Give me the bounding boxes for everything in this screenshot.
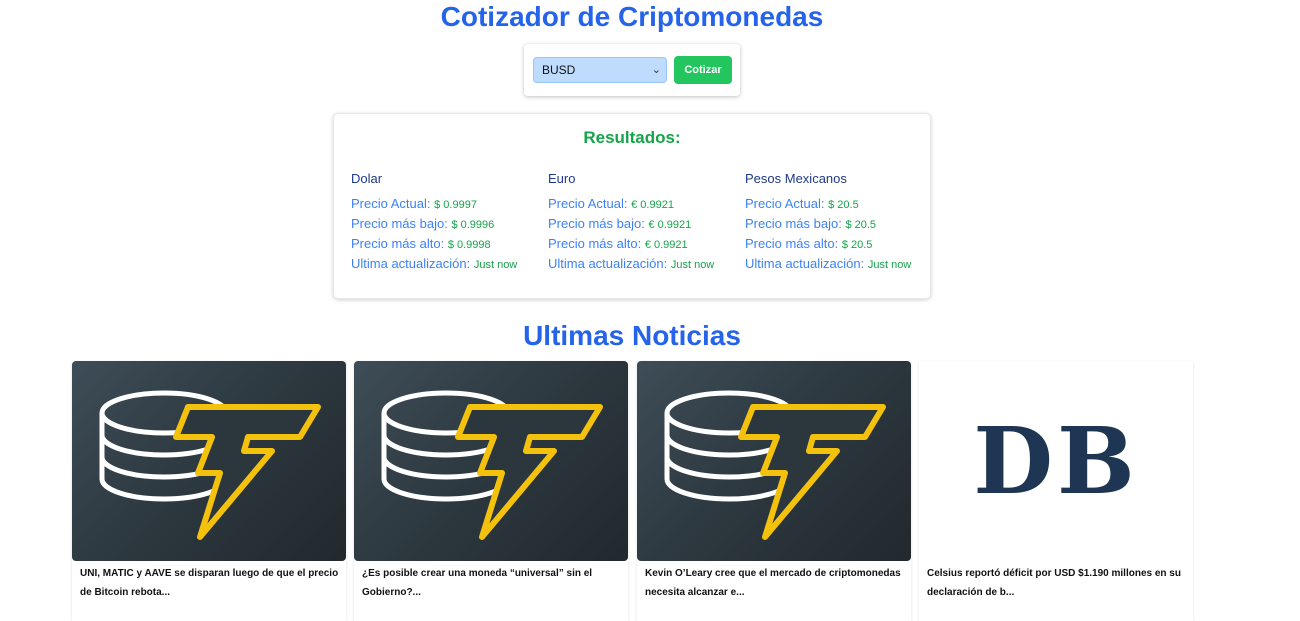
coin-bolt-logo-icon bbox=[99, 390, 321, 540]
cotizar-button[interactable]: Cotizar bbox=[674, 56, 732, 84]
results-title: Resultados: bbox=[583, 128, 681, 147]
news-image[interactable]: DB bbox=[919, 361, 1193, 561]
precio-alto-row: Precio más alto: $ 0.9998 bbox=[351, 236, 491, 251]
column-heading: Euro bbox=[548, 171, 576, 186]
news-card[interactable]: DB Celsius reportó déficit por USD $1.19… bbox=[919, 361, 1193, 621]
precio-bajo-row: Precio más bajo: $ 20.5 bbox=[745, 216, 877, 231]
precio-bajo-row: Precio más bajo: $ 0.9996 bbox=[351, 216, 495, 231]
ultima-actualizacion-row: Ultima actualización: Just now bbox=[351, 256, 518, 271]
results-panel: Resultados: Dolar Precio Actual: $ 0.999… bbox=[333, 113, 931, 299]
news-headline[interactable]: Celsius reportó déficit por USD $1.190 m… bbox=[927, 564, 1189, 602]
precio-actual-row: Precio Actual: $ 20.5 bbox=[745, 196, 859, 211]
news-headline[interactable]: ¿Es posible crear una moneda “universal”… bbox=[362, 564, 624, 602]
column-heading: Pesos Mexicanos bbox=[745, 171, 847, 186]
precio-bajo-row: Precio más bajo: € 0.9921 bbox=[548, 216, 692, 231]
coin-bolt-logo-icon bbox=[381, 390, 603, 540]
news-card[interactable]: UNI, MATIC y AAVE se disparan luego de q… bbox=[72, 361, 346, 621]
news-image[interactable] bbox=[637, 361, 911, 561]
precio-actual-row: Precio Actual: € 0.9921 bbox=[548, 196, 674, 211]
precio-alto-row: Precio más alto: € 0.9921 bbox=[548, 236, 688, 251]
results-column-euro: Euro Precio Actual: € 0.9921 Precio más … bbox=[548, 170, 738, 274]
precio-actual-row: Precio Actual: $ 0.9997 bbox=[351, 196, 477, 211]
ultima-actualizacion-row: Ultima actualización: Just now bbox=[548, 256, 715, 271]
page-title: Cotizador de Criptomonedas bbox=[440, 1, 824, 32]
news-card[interactable]: ¿Es posible crear una moneda “universal”… bbox=[354, 361, 628, 621]
news-headline[interactable]: UNI, MATIC y AAVE se disparan luego de q… bbox=[80, 564, 342, 602]
precio-alto-row: Precio más alto: $ 20.5 bbox=[745, 236, 873, 251]
news-image[interactable] bbox=[354, 361, 628, 561]
results-column-dolar: Dolar Precio Actual: $ 0.9997 Precio más… bbox=[351, 170, 541, 274]
results-column-pesos: Pesos Mexicanos Precio Actual: $ 20.5 Pr… bbox=[745, 170, 935, 274]
coin-select[interactable]: BUSD ⌄ bbox=[533, 57, 667, 83]
db-logo-icon: DB bbox=[973, 407, 1139, 515]
news-headline[interactable]: Kevin O’Leary cree que el mercado de cri… bbox=[645, 564, 907, 602]
chevron-down-icon: ⌄ bbox=[651, 64, 661, 76]
news-section-title: Ultimas Noticias bbox=[523, 320, 741, 351]
column-heading: Dolar bbox=[351, 171, 383, 186]
quote-form: BUSD ⌄ Cotizar bbox=[524, 44, 740, 96]
coin-bolt-logo-icon bbox=[664, 390, 886, 540]
news-image[interactable] bbox=[72, 361, 346, 561]
coin-select-value: BUSD bbox=[542, 63, 576, 77]
svg-text:DB: DB bbox=[973, 407, 1139, 515]
ultima-actualizacion-row: Ultima actualización: Just now bbox=[745, 256, 912, 271]
news-card[interactable]: Kevin O’Leary cree que el mercado de cri… bbox=[637, 361, 911, 621]
